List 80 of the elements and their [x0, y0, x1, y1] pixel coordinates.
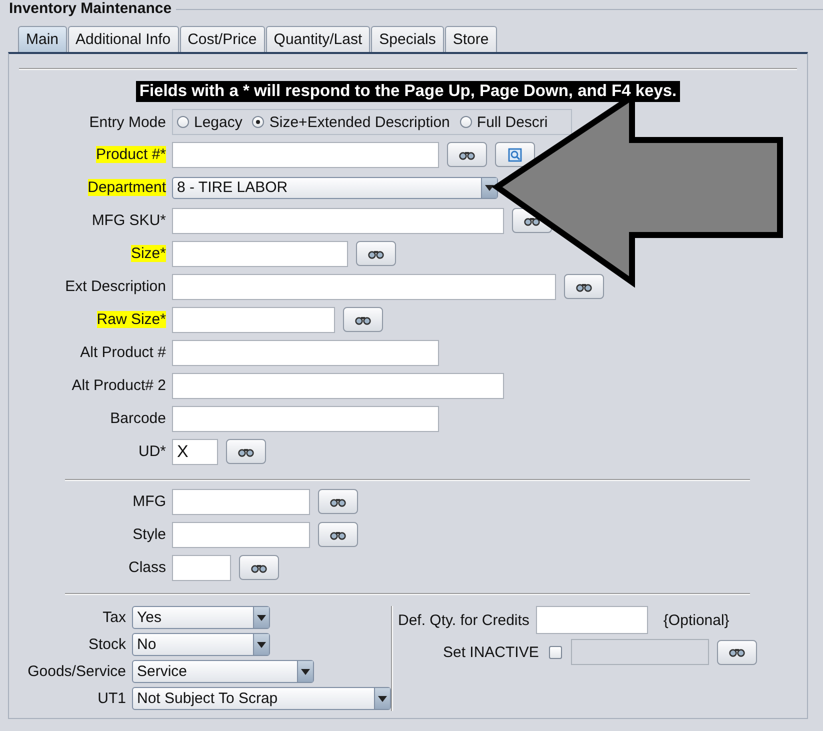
- tab[interactable]: Additional Info: [68, 26, 179, 52]
- binoculars-icon: [330, 530, 346, 540]
- text-field[interactable]: [172, 208, 504, 234]
- caret-icon: [485, 184, 494, 190]
- lookup-button[interactable]: [356, 241, 396, 266]
- lookup-button[interactable]: [226, 439, 266, 464]
- field-label: Raw Size*: [96, 311, 166, 328]
- field-label: UT1: [96, 690, 126, 707]
- binoculars-icon: [576, 282, 592, 292]
- text-field[interactable]: [172, 306, 335, 332]
- field-label: Size*: [130, 245, 166, 262]
- text-field[interactable]: [172, 372, 504, 398]
- field-label: Alt Product #: [80, 344, 166, 361]
- text-field[interactable]: [536, 606, 648, 634]
- binoculars-icon: [330, 496, 346, 506]
- dropdown[interactable]: 8 - TIRE LABOR: [172, 176, 498, 198]
- caret-icon: [301, 668, 310, 674]
- binoculars-icon: [251, 562, 267, 572]
- binoculars-icon: [524, 216, 540, 226]
- field-label: Set INACTIVE: [443, 644, 539, 660]
- field-label: Class: [127, 559, 166, 576]
- field-label: Style: [132, 526, 166, 543]
- binoculars-icon: [238, 446, 254, 456]
- lookup-button[interactable]: [343, 307, 383, 332]
- field-label: MFG SKU*: [92, 212, 166, 229]
- radio-button[interactable]: [177, 116, 189, 128]
- dropdown[interactable]: Yes: [132, 606, 270, 629]
- field-label: Alt Product# 2: [72, 377, 166, 394]
- text-field[interactable]: [172, 142, 439, 168]
- field-label: Tax: [102, 609, 126, 626]
- radio-option[interactable]: Size+Extended Description: [252, 114, 450, 130]
- text-field[interactable]: [172, 340, 439, 366]
- lookup-button[interactable]: [447, 142, 487, 167]
- field-label: MFG: [132, 493, 166, 510]
- tab[interactable]: Quantity/Last: [266, 26, 370, 52]
- dropdown[interactable]: No: [132, 633, 270, 656]
- radio-option[interactable]: Full Descri: [460, 114, 548, 130]
- checkbox[interactable]: [548, 646, 562, 658]
- text-field[interactable]: [172, 240, 348, 266]
- lookup-button[interactable]: [564, 274, 604, 299]
- lookup-button[interactable]: [239, 555, 279, 580]
- tab[interactable]: Store: [444, 26, 497, 52]
- text-field[interactable]: [172, 522, 310, 548]
- text-field[interactable]: [172, 406, 439, 432]
- field-label: Stock: [87, 636, 126, 653]
- caret-icon: [378, 696, 387, 702]
- caret-icon: [257, 642, 266, 648]
- hint-text: {Optional}: [663, 612, 730, 628]
- search-icon: [508, 148, 522, 162]
- radio-button[interactable]: [252, 116, 264, 128]
- field-label: Department: [88, 179, 166, 196]
- radio-button[interactable]: [460, 116, 472, 128]
- field-label: Entry Mode: [88, 114, 166, 130]
- binoculars-icon: [355, 314, 371, 324]
- text-field[interactable]: [172, 274, 556, 300]
- dropdown[interactable]: Service: [132, 660, 314, 683]
- binoculars-icon: [459, 150, 475, 160]
- caret-icon: [257, 614, 266, 620]
- tab[interactable]: Main: [18, 26, 67, 52]
- binoculars-icon: [368, 248, 384, 258]
- text-field[interactable]: X: [172, 438, 218, 464]
- lookup-button[interactable]: [318, 489, 358, 514]
- radio-option[interactable]: Legacy: [177, 114, 242, 130]
- text-field[interactable]: [172, 488, 310, 514]
- tab[interactable]: Cost/Price: [180, 26, 265, 52]
- lookup-button[interactable]: [716, 640, 757, 664]
- field-label: UD*: [138, 443, 166, 460]
- preview-button[interactable]: [495, 142, 535, 167]
- field-label: Ext Description: [65, 278, 166, 295]
- text-field[interactable]: [172, 554, 231, 580]
- binoculars-icon: [728, 647, 745, 657]
- window-title: Inventory Maintenance: [9, 0, 172, 17]
- notice-text: Fields with a * will respond to the Page Up, Page Down, and F4 keys.: [136, 81, 680, 102]
- field-label: Product #*: [96, 146, 166, 163]
- lookup-button[interactable]: [318, 522, 358, 547]
- dropdown[interactable]: Not Subject To Scrap: [132, 687, 391, 710]
- field-label: Barcode: [110, 410, 166, 427]
- field-label: Def. Qty. for Credits: [398, 612, 530, 628]
- field-label: Goods/Service: [26, 663, 126, 680]
- tab[interactable]: Specials: [371, 26, 444, 52]
